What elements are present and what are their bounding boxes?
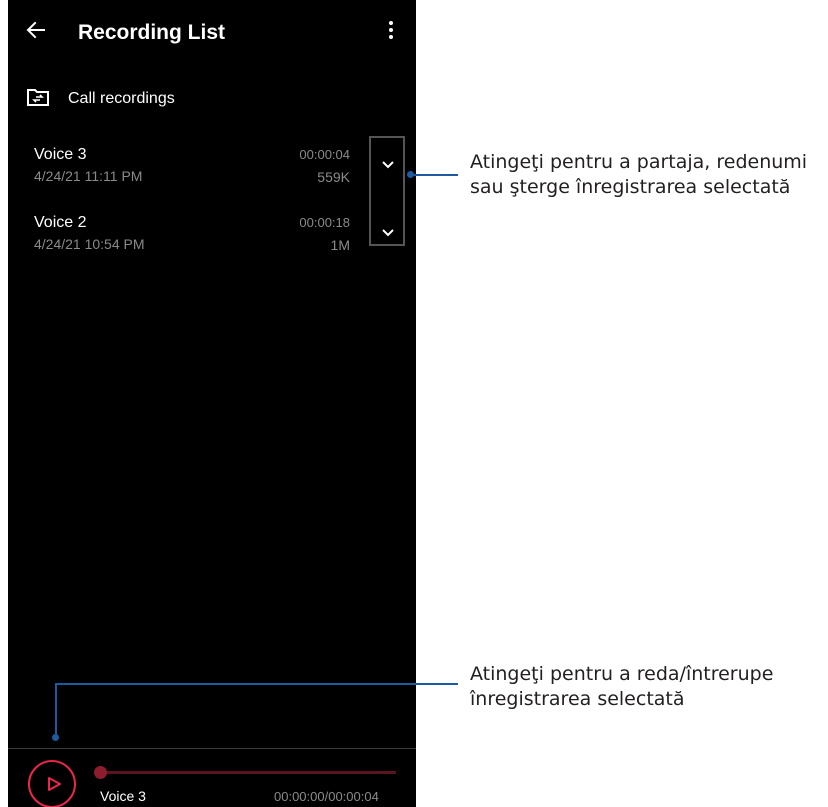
play-callout-line2: înregistrarea selectată bbox=[470, 688, 685, 710]
options-callout-line bbox=[410, 174, 458, 176]
recording-item[interactable]: Voice 2 4/24/21 10:54 PM 00:00:18 1M bbox=[8, 214, 416, 274]
play-icon bbox=[48, 777, 61, 791]
recording-name: Voice 3 bbox=[34, 146, 87, 163]
page-title: Recording List bbox=[78, 21, 226, 44]
options-callout-line2: sau şterge înregistrarea selectată bbox=[470, 176, 791, 198]
folder-sync-icon bbox=[27, 89, 49, 106]
recording-size: 559K bbox=[317, 169, 350, 185]
recording-duration: 00:00:04 bbox=[299, 147, 350, 162]
play-pause-button[interactable] bbox=[28, 760, 76, 807]
folder-label: Call recordings bbox=[68, 90, 175, 107]
recording-name: Voice 2 bbox=[34, 214, 87, 231]
chevron-down-icon bbox=[382, 161, 394, 169]
play-callout-line-vertical bbox=[55, 683, 57, 737]
play-callout-text: Atingeţi pentru a reda/întrerupe înregis… bbox=[470, 662, 773, 712]
expand-options-button[interactable] bbox=[370, 138, 406, 198]
options-callout-line1: Atingeţi pentru a partaja, redenumi bbox=[470, 151, 808, 173]
arrow-left-icon bbox=[26, 21, 45, 39]
recording-date: 4/24/21 10:54 PM bbox=[34, 236, 145, 252]
recording-date: 4/24/21 11:11 PM bbox=[34, 168, 143, 184]
play-callout-line1: Atingeţi pentru a reda/întrerupe bbox=[470, 663, 774, 685]
now-playing-name: Voice 3 bbox=[100, 788, 146, 804]
call-recordings-folder[interactable]: Call recordings bbox=[8, 80, 416, 118]
phone-screen: Recording List Call recordings Voice 3 4… bbox=[8, 0, 416, 807]
app-bar: Recording List bbox=[8, 0, 416, 68]
options-callout-text: Atingeţi pentru a partaja, redenumi sau … bbox=[470, 150, 807, 200]
seek-bar[interactable] bbox=[100, 771, 396, 774]
play-callout-line-horizontal bbox=[55, 683, 458, 685]
more-vert-icon bbox=[389, 21, 393, 39]
recording-size: 1M bbox=[330, 237, 350, 253]
player-divider bbox=[8, 748, 416, 749]
more-options-button[interactable] bbox=[380, 18, 402, 42]
chevron-down-icon bbox=[382, 229, 394, 237]
back-button[interactable] bbox=[24, 18, 48, 42]
recording-duration: 00:00:18 bbox=[299, 215, 350, 230]
expand-options-button[interactable] bbox=[370, 206, 406, 266]
recording-item[interactable]: Voice 3 4/24/21 11:11 PM 00:00:04 559K bbox=[8, 146, 416, 206]
seek-thumb[interactable] bbox=[94, 766, 107, 779]
playback-time: 00:00:00/00:00:04 bbox=[274, 789, 379, 804]
